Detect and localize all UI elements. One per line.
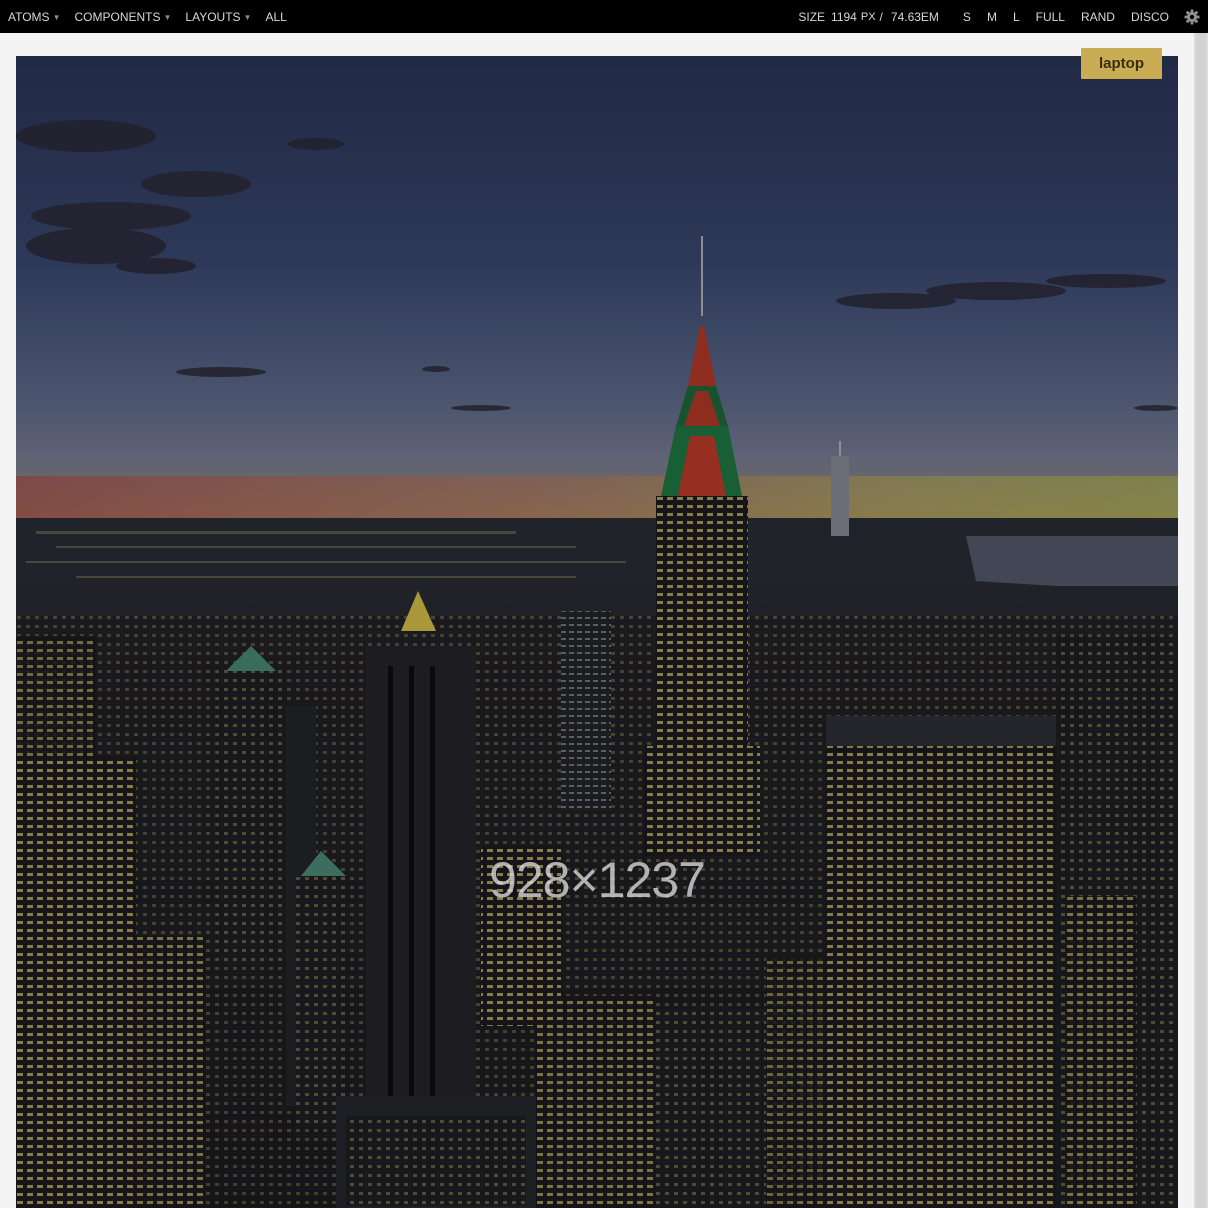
size-separator: / <box>879 9 883 24</box>
pattern-lab-toolbar: ATOMS ▼ COMPONENTS ▼ LAYOUTS ▼ ALL SIZE … <box>0 0 1208 33</box>
chevron-down-icon: ▼ <box>52 13 61 22</box>
size-px-unit: PX <box>860 10 876 23</box>
size-px-input[interactable]: 1194 <box>831 10 857 24</box>
gear-icon[interactable] <box>1175 0 1208 33</box>
chevron-down-icon: ▼ <box>243 13 252 22</box>
city-skyline-image <box>16 56 1178 1208</box>
chevron-down-icon: ▼ <box>163 13 172 22</box>
image-dimensions-caption: 928×1237 <box>16 851 1178 909</box>
nav-layouts-label: LAYOUTS <box>185 9 241 24</box>
nav-atoms-label: ATOMS <box>8 9 50 24</box>
viewport-size-badge: laptop <box>1081 48 1162 79</box>
size-small-button[interactable]: S <box>963 10 971 24</box>
nav-all[interactable]: ALL <box>265 10 286 24</box>
size-label: SIZE <box>798 9 826 24</box>
size-medium-button[interactable]: M <box>987 10 997 24</box>
nav-menu: ATOMS ▼ COMPONENTS ▼ LAYOUTS ▼ ALL <box>8 0 301 33</box>
nav-components[interactable]: COMPONENTS ▼ <box>74 10 171 24</box>
image-dimensions-text: 928×1237 <box>489 852 706 908</box>
pattern-viewport: 928×1237 <box>16 56 1178 1208</box>
size-large-button[interactable]: L <box>1013 10 1020 24</box>
size-em-input[interactable]: 74.63EM <box>891 10 939 24</box>
viewport-resize-handle[interactable] <box>1196 33 1206 1208</box>
nav-all-label: ALL <box>265 9 287 24</box>
size-full-button[interactable]: FULL <box>1036 10 1065 24</box>
nav-components-label: COMPONENTS <box>74 9 161 24</box>
nav-layouts[interactable]: LAYOUTS ▼ <box>185 10 251 24</box>
viewport-size-controls: SIZE 1194 PX / 74.63EM S M L FULL RAND D… <box>798 0 1208 33</box>
nav-atoms[interactable]: ATOMS ▼ <box>8 10 60 24</box>
size-random-button[interactable]: RAND <box>1081 10 1115 24</box>
size-disco-button[interactable]: DISCO <box>1131 10 1169 24</box>
